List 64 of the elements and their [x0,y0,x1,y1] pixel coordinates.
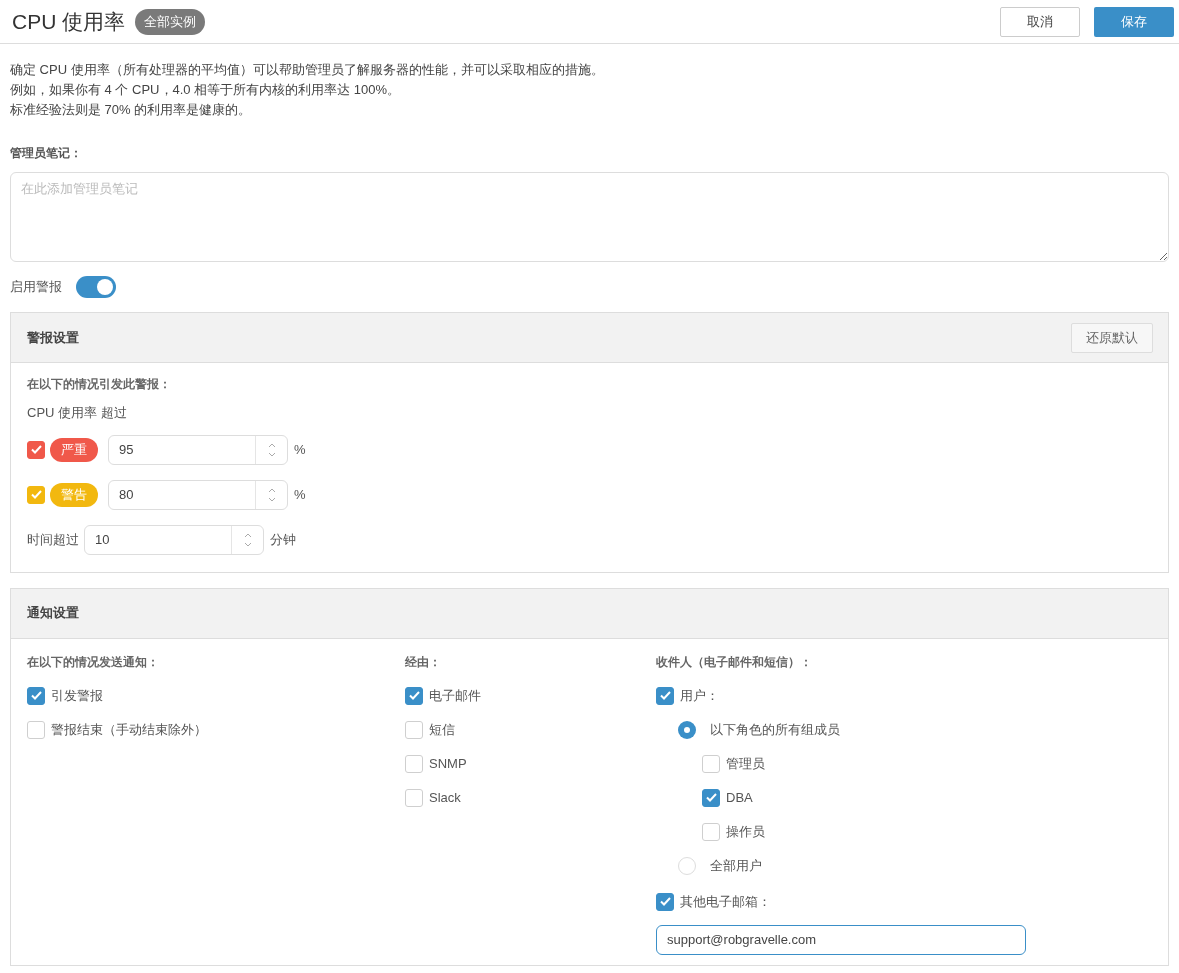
description-text: 例如，如果你有 4 个 CPU，4.0 相等于所有内核的利用率达 100%。 [10,81,402,99]
checkbox[interactable] [27,485,45,504]
checkbox-label: 用户： [680,686,719,705]
checkmark-icon [30,691,42,700]
checkbox[interactable] [656,892,674,911]
checkmark-icon [408,691,420,700]
checkbox-label: 电子邮件 [429,686,481,705]
unit-label: % [294,485,306,504]
cancel-button[interactable]: 取消 [1000,6,1080,37]
column-heading: 收件人（电子邮件和短信）： [656,653,812,671]
checkbox-label: 短信 [429,720,455,739]
column-heading: 经由： [405,653,441,671]
column-heading: 在以下的情况发送通知： [27,653,159,671]
checkbox-label: 警报结束（手动结束除外） [51,720,207,739]
checkbox[interactable] [702,822,720,841]
toggle-label: 启用警报 [10,278,62,297]
checkbox[interactable] [405,720,423,739]
email-field[interactable]: support@robgravelle.com [656,924,1026,955]
checkbox-label: 操作员 [726,822,765,841]
checkbox[interactable] [405,754,423,773]
radio-button[interactable] [678,856,696,875]
unit-label: 分钟 [270,530,296,549]
notes-label: 管理员笔记： [10,145,82,162]
checkbox-label: Slack [429,788,461,807]
checkbox[interactable] [405,686,423,705]
checkmark-icon [659,691,671,700]
checkbox-label: 其他电子邮箱： [680,892,771,911]
checkbox-label: 管理员 [726,754,765,773]
checkbox[interactable] [27,440,45,459]
panel-title: 警报设置 [27,328,79,347]
checkbox-label: 引发警报 [51,686,103,705]
severity-badge: 警告 [50,482,98,507]
checkbox[interactable] [405,788,423,807]
description-text: 确定 CPU 使用率（所有处理器的平均值）可以帮助管理员了解服务器的性能，并可以采取相应的措施。 [10,61,605,79]
checkmark-icon [30,490,42,499]
notes-field[interactable]: 在此添加管理员笔记 [10,172,1169,262]
checkbox[interactable] [656,686,674,705]
checkbox-label: SNMP [429,754,467,773]
checkmark-icon [705,793,717,802]
scope-badge: 全部实例 [135,8,206,35]
checkmark-icon [30,445,42,454]
save-button[interactable]: 保存 [1094,6,1174,37]
radio-label: 全部用户 [710,856,762,875]
checkbox[interactable] [702,788,720,807]
threshold-field[interactable]: 95 [108,434,288,465]
page-title: CPU 使用率 [12,8,126,35]
checkbox[interactable] [27,720,45,739]
duration-field[interactable]: 10 [84,524,264,555]
radio-button[interactable] [678,720,696,739]
reset-defaults-button[interactable]: 还原默认 [1071,322,1153,353]
panel-title: 通知设置 [27,604,79,623]
checkbox-label: DBA [726,788,753,807]
duration-label: 时间超过 [27,530,79,549]
radio-label: 以下角色的所有组成员 [710,720,840,739]
section-label: 在以下的情况引发此警报： [27,376,171,393]
threshold-field[interactable]: 80 [108,479,288,510]
unit-label: % [294,440,306,459]
alert-toggle[interactable] [76,276,116,298]
checkbox[interactable] [27,686,45,705]
checkbox[interactable] [702,754,720,773]
metric-label: CPU 使用率 超过 [27,404,127,422]
checkmark-icon [659,897,671,906]
severity-badge: 严重 [50,437,98,462]
description-text: 标准经验法则是 70% 的利用率是健康的。 [10,101,253,119]
